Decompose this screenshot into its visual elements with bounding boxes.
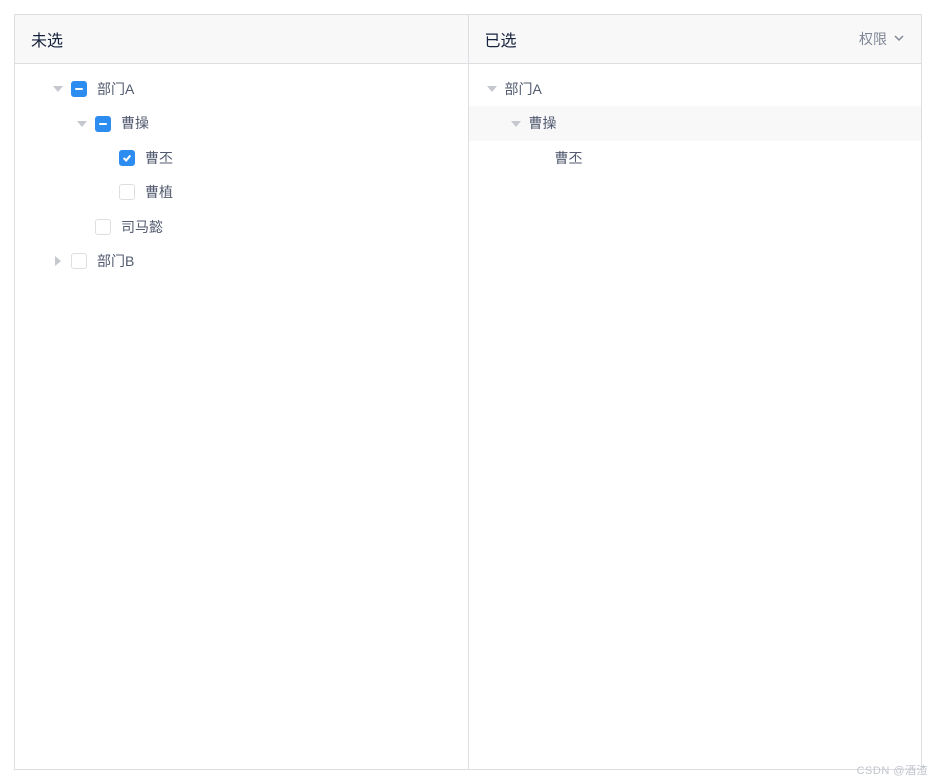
tree-node-label[interactable]: 曹丕 bbox=[145, 147, 173, 169]
tree-node-cao-zhi[interactable]: 曹植 bbox=[15, 175, 468, 209]
selected-panel: 已选 权限 部门A 曹操 曹丕 bbox=[469, 15, 922, 769]
watermark: CSDN @酒渣 bbox=[857, 762, 928, 778]
tree-node-cao-cao-selected[interactable]: 曹操 bbox=[469, 106, 922, 140]
tree-node-label[interactable]: 曹植 bbox=[145, 181, 173, 203]
tree-node-cao-pi[interactable]: 曹丕 bbox=[15, 141, 468, 175]
tree-node-dept-a-selected[interactable]: 部门A bbox=[469, 72, 922, 106]
checkbox-cao-cao[interactable] bbox=[95, 116, 111, 132]
unselected-panel-header: 未选 bbox=[15, 15, 468, 64]
tree-node-cao-pi-selected[interactable]: 曹丕 bbox=[469, 141, 922, 175]
checkbox-cao-zhi[interactable] bbox=[119, 184, 135, 200]
checkbox-cao-pi[interactable] bbox=[119, 150, 135, 166]
tree-node-cao-cao[interactable]: 曹操 bbox=[15, 106, 468, 140]
chevron-down-icon[interactable] bbox=[75, 117, 89, 131]
tree-node-label[interactable]: 部门A bbox=[97, 78, 134, 100]
selected-panel-header: 已选 权限 bbox=[469, 15, 922, 64]
chevron-down-icon[interactable] bbox=[51, 82, 65, 96]
selected-panel-title: 已选 bbox=[485, 27, 517, 51]
checkbox-dept-a[interactable] bbox=[71, 81, 87, 97]
permission-dropdown[interactable]: 权限 bbox=[859, 29, 905, 49]
permission-label: 权限 bbox=[859, 29, 887, 49]
unselected-panel-title: 未选 bbox=[31, 27, 63, 51]
selected-tree: 部门A 曹操 曹丕 bbox=[469, 64, 922, 769]
checkbox-dept-b[interactable] bbox=[71, 253, 87, 269]
tree-node-label[interactable]: 曹丕 bbox=[555, 147, 583, 169]
tree-node-label[interactable]: 部门B bbox=[97, 250, 134, 272]
tree-node-dept-a[interactable]: 部门A bbox=[15, 72, 468, 106]
tree-node-sima-yi[interactable]: 司马懿 bbox=[15, 210, 468, 244]
chevron-down-icon bbox=[893, 31, 905, 47]
unselected-tree: 部门A 曹操 曹丕 曹植 bbox=[15, 64, 468, 769]
chevron-right-icon[interactable] bbox=[51, 254, 65, 268]
checkbox-sima-yi[interactable] bbox=[95, 219, 111, 235]
tree-node-dept-b[interactable]: 部门B bbox=[15, 244, 468, 278]
transfer-container: 未选 部门A 曹操 曹丕 bbox=[14, 14, 922, 770]
tree-node-label[interactable]: 曹操 bbox=[529, 112, 557, 134]
chevron-down-icon[interactable] bbox=[509, 117, 523, 131]
chevron-down-icon[interactable] bbox=[485, 82, 499, 96]
tree-node-label[interactable]: 部门A bbox=[505, 78, 542, 100]
tree-node-label[interactable]: 曹操 bbox=[121, 112, 149, 134]
unselected-panel: 未选 部门A 曹操 曹丕 bbox=[15, 15, 469, 769]
tree-node-label[interactable]: 司马懿 bbox=[121, 216, 163, 238]
